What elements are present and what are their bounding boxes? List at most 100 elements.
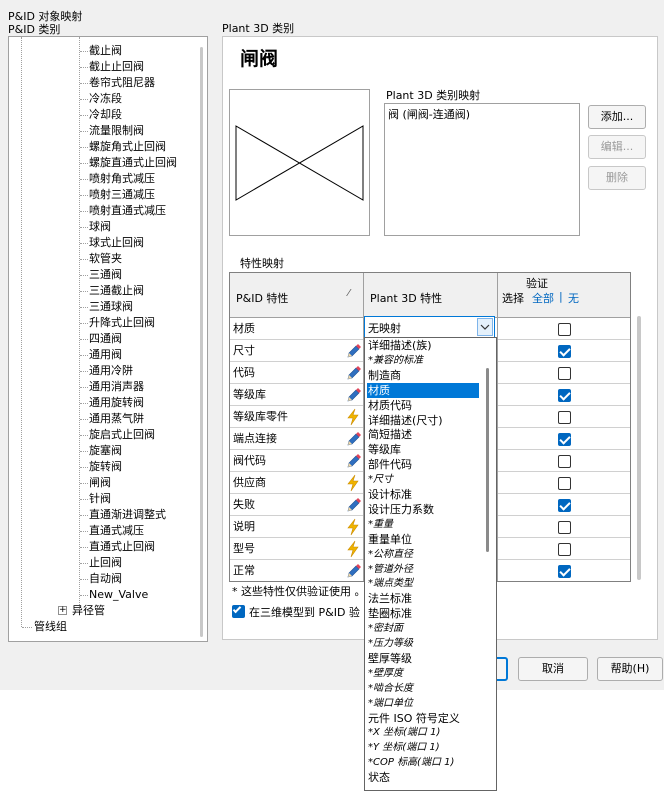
delete-button[interactable]: 删除 bbox=[588, 166, 646, 190]
tree-item[interactable]: 螺旋直通式止回阀 bbox=[89, 155, 177, 171]
tree-item[interactable]: 通用阀 bbox=[89, 347, 122, 363]
tree-item[interactable]: 流量限制阀 bbox=[89, 123, 144, 139]
dropdown-option[interactable]: 材质代码 bbox=[367, 398, 479, 413]
tree-item[interactable]: 冷却段 bbox=[89, 107, 122, 123]
tree-item[interactable]: 喷射直通式减压 bbox=[89, 203, 166, 219]
add-button[interactable]: 添加... bbox=[588, 105, 646, 129]
dropdown-option[interactable]: *端点类型 bbox=[367, 576, 479, 591]
tree-item[interactable]: 球式止回阀 bbox=[89, 235, 144, 251]
lightning-icon[interactable] bbox=[344, 408, 362, 426]
dropdown-option[interactable]: 材质 bbox=[367, 382, 479, 398]
tree-item-reducer[interactable]: 异径管 bbox=[72, 603, 105, 619]
dropdown-option[interactable]: 详细描述(族) bbox=[367, 338, 479, 353]
validate-checkbox[interactable] bbox=[232, 604, 245, 618]
tree-item[interactable]: 卷帘式阻尼器 bbox=[89, 75, 155, 91]
tree-item[interactable]: 旋启式止回阀 bbox=[89, 427, 155, 443]
tree-item[interactable]: 喷射三通减压 bbox=[89, 187, 155, 203]
pencil-icon[interactable] bbox=[344, 364, 362, 382]
tree-item[interactable]: 旋转阀 bbox=[89, 459, 122, 475]
pid-category-tree[interactable]: 截止阀 截止止回阀 卷帘式阻尼器 冷冻段 冷却段 流量限制阀 螺旋角式止回阀 螺旋直通式止回阀… bbox=[8, 36, 208, 642]
dropdown-option[interactable]: 制造商 bbox=[367, 368, 479, 383]
pencil-icon[interactable] bbox=[344, 386, 362, 404]
select-none-link[interactable]: 无 bbox=[568, 290, 579, 306]
mapping-list-item[interactable]: 阀 (闸阀-连通阀) bbox=[388, 106, 470, 122]
dropdown-option[interactable]: 垫圈标准 bbox=[367, 606, 479, 621]
tree-item[interactable]: 软管夹 bbox=[89, 251, 122, 267]
tree-item[interactable]: 直通式减压 bbox=[89, 523, 144, 539]
dropdown-option[interactable]: 详细描述(尺寸) bbox=[367, 413, 479, 428]
dropdown-scrollbar[interactable] bbox=[486, 368, 489, 552]
lightning-icon[interactable] bbox=[344, 474, 362, 492]
tree-item[interactable]: 球阀 bbox=[89, 219, 111, 235]
pencil-icon[interactable] bbox=[344, 452, 362, 470]
tree-item[interactable]: 通用冷阱 bbox=[89, 363, 133, 379]
tree-item[interactable]: 止回阀 bbox=[89, 555, 122, 571]
dropdown-option[interactable]: *公称直径 bbox=[367, 547, 479, 562]
dropdown-option[interactable]: *兼容的标准 bbox=[367, 353, 479, 368]
dropdown-option[interactable]: *端口单位 bbox=[367, 696, 479, 711]
validate-checkbox[interactable] bbox=[558, 477, 571, 490]
dropdown-option[interactable]: 简短描述 bbox=[367, 427, 479, 442]
class-mapping-list[interactable]: 阀 (闸阀-连通阀) bbox=[384, 103, 580, 236]
col-header-pid-property[interactable]: P&ID 特性 ⁄ bbox=[230, 273, 364, 318]
validate-checkbox[interactable] bbox=[558, 543, 571, 556]
tree-item[interactable]: 螺旋角式止回阀 bbox=[89, 139, 166, 155]
validate-checkbox[interactable] bbox=[558, 565, 571, 578]
dropdown-option[interactable]: 设计标准 bbox=[367, 487, 479, 502]
dropdown-option[interactable]: *X 坐标(端口 1) bbox=[367, 725, 479, 740]
plant3d-property-combo[interactable]: 无映射 bbox=[364, 316, 495, 338]
tree-item[interactable]: 旋塞阀 bbox=[89, 443, 122, 459]
expand-icon[interactable]: + bbox=[58, 606, 67, 615]
tree-item[interactable]: 直通渐进调整式 bbox=[89, 507, 166, 523]
tree-item[interactable]: 冷冻段 bbox=[89, 91, 122, 107]
dropdown-option[interactable]: 法兰标准 bbox=[367, 591, 479, 606]
tree-item[interactable]: 升降式止回阀 bbox=[89, 315, 155, 331]
plant3d-property-dropdown[interactable]: 详细描述(族) *兼容的标准 制造商 材质 材质代码 详细描述(尺寸) 简短描述 等级库 部件代… bbox=[364, 337, 497, 791]
help-button[interactable]: 帮助(H) bbox=[597, 657, 663, 681]
pencil-icon[interactable] bbox=[344, 496, 362, 514]
dropdown-option[interactable]: 部件代码 bbox=[367, 457, 479, 472]
dropdown-option[interactable]: 重量单位 bbox=[367, 532, 479, 547]
validate-checkbox[interactable] bbox=[558, 389, 571, 402]
dropdown-option[interactable]: *尺寸 bbox=[367, 472, 479, 487]
tree-item[interactable]: 截止止回阀 bbox=[89, 59, 144, 75]
validate-checkbox[interactable] bbox=[558, 521, 571, 534]
validate-checkbox[interactable] bbox=[558, 323, 571, 336]
tree-item[interactable]: 三通阀 bbox=[89, 267, 122, 283]
dropdown-option[interactable]: 等级库 bbox=[367, 442, 479, 457]
tree-item[interactable]: New_Valve bbox=[89, 587, 148, 603]
dropdown-option[interactable]: 元件 ISO 符号定义 bbox=[367, 711, 479, 726]
pencil-icon[interactable] bbox=[344, 342, 362, 360]
chevron-down-icon[interactable] bbox=[477, 318, 493, 336]
tree-item[interactable]: 针阀 bbox=[89, 491, 111, 507]
tree-item[interactable]: 三通截止阀 bbox=[89, 283, 144, 299]
dropdown-option[interactable]: *啮合长度 bbox=[367, 681, 479, 696]
validate-checkbox[interactable] bbox=[558, 345, 571, 358]
tree-item[interactable]: 自动阀 bbox=[89, 571, 122, 587]
pencil-icon[interactable] bbox=[344, 430, 362, 448]
dropdown-option[interactable]: *COP 标高(端口 1) bbox=[367, 755, 479, 770]
tree-item[interactable]: 通用蒸气阱 bbox=[89, 411, 144, 427]
dropdown-option[interactable]: 设计压力系数 bbox=[367, 502, 479, 517]
dropdown-option[interactable]: *Y 坐标(端口 1) bbox=[367, 740, 479, 755]
dropdown-option[interactable]: *壁厚度 bbox=[367, 666, 479, 681]
validate-checkbox[interactable] bbox=[558, 411, 571, 424]
tree-item[interactable]: 直通式止回阀 bbox=[89, 539, 155, 555]
grid-scrollbar[interactable] bbox=[637, 316, 641, 580]
tree-item[interactable]: 三通球阀 bbox=[89, 299, 133, 315]
tree-item-pipeline-group[interactable]: 管线组 bbox=[34, 619, 67, 635]
tree-item[interactable]: 闸阀 bbox=[89, 475, 111, 491]
tree-item[interactable]: 喷射角式减压 bbox=[89, 171, 155, 187]
lightning-icon[interactable] bbox=[344, 540, 362, 558]
validate-checkbox[interactable] bbox=[558, 455, 571, 468]
dropdown-option[interactable]: 壁厚等级 bbox=[367, 651, 479, 666]
validate-checkbox[interactable] bbox=[558, 367, 571, 380]
validate-checkbox[interactable] bbox=[558, 499, 571, 512]
dropdown-option[interactable]: *重量 bbox=[367, 517, 479, 532]
col-header-plant3d-property[interactable]: Plant 3D 特性 bbox=[364, 273, 498, 318]
tree-scrollbar[interactable] bbox=[200, 47, 203, 637]
pencil-icon[interactable] bbox=[344, 562, 362, 580]
edit-button[interactable]: 编辑... bbox=[588, 135, 646, 159]
tree-item[interactable]: 截止阀 bbox=[89, 43, 122, 59]
dropdown-option[interactable]: *压力等级 bbox=[367, 636, 479, 651]
